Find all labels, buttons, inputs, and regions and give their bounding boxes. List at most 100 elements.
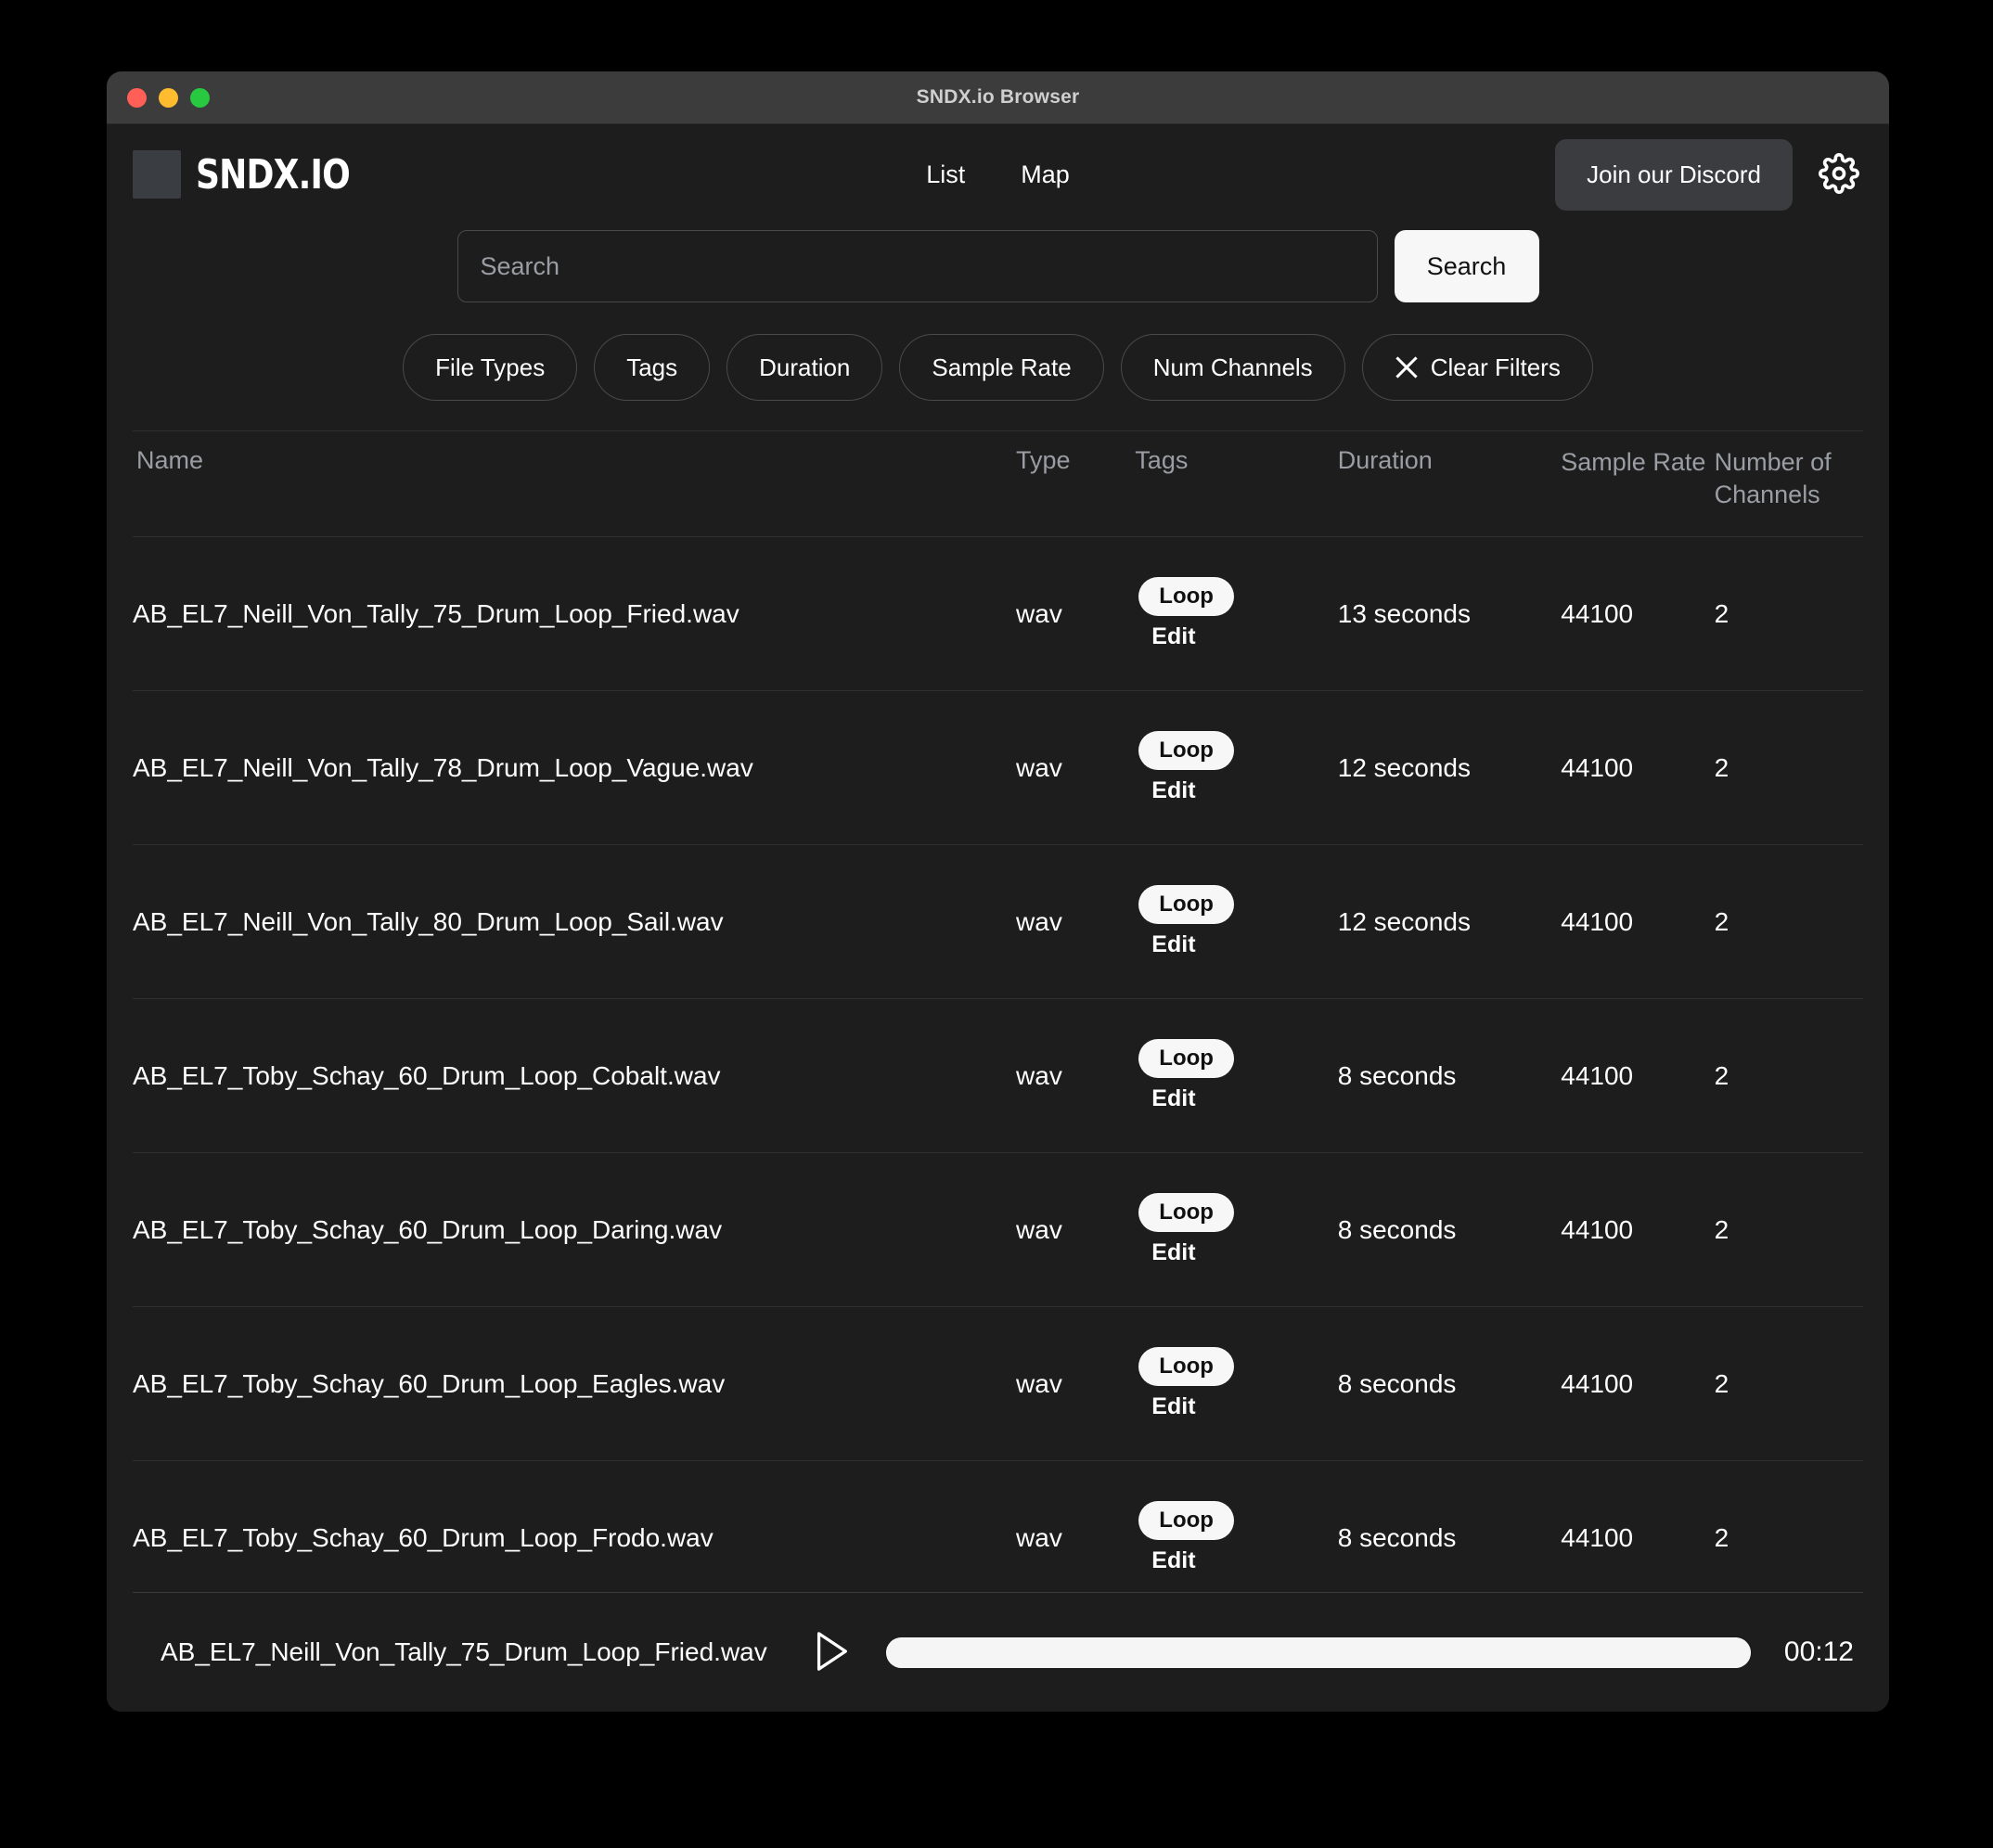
edit-tags-link[interactable]: Edit: [1151, 931, 1195, 958]
cell-tags: Loop Edit: [1135, 999, 1337, 1153]
cell-channels: 2: [1714, 752, 1729, 782]
cell-type: wav: [1016, 598, 1062, 628]
window-titlebar[interactable]: SNDX.io Browser: [107, 71, 1889, 124]
cell-channels: 2: [1714, 598, 1729, 628]
cell-type: wav: [1016, 1214, 1062, 1244]
tag-group: Loop Edit: [1135, 731, 1337, 804]
window-title: SNDX.io Browser: [916, 86, 1080, 108]
search-input[interactable]: [456, 230, 1378, 302]
edit-tags-link[interactable]: Edit: [1151, 1393, 1195, 1420]
edit-tags-link[interactable]: Edit: [1151, 1085, 1195, 1112]
cell-tags: Loop Edit: [1135, 691, 1337, 845]
cell-tags: Loop Edit: [1135, 537, 1337, 691]
join-discord-button[interactable]: Join our Discord: [1555, 138, 1793, 211]
cell-duration: 8 seconds: [1337, 1060, 1457, 1090]
cell-duration: 12 seconds: [1337, 906, 1471, 936]
cell-type: wav: [1016, 752, 1062, 782]
player-filename: AB_EL7_Neill_Von_Tally_75_Drum_Loop_Frie…: [161, 1637, 767, 1666]
cell-sample-rate: 44100: [1561, 1214, 1634, 1244]
desktop-backdrop: SNDX.io Browser SNDX.IO List Map Join ou…: [0, 0, 1993, 1848]
column-header-sample-rate[interactable]: Sample Rate: [1561, 431, 1715, 538]
tag-chip[interactable]: Loop: [1138, 577, 1234, 617]
column-header-name[interactable]: Name: [133, 431, 1017, 538]
table-row[interactable]: AB_EL7_Toby_Schay_60_Drum_Loop_Cobalt.wa…: [133, 999, 1863, 1153]
tag-chip[interactable]: Loop: [1138, 1501, 1234, 1541]
tag-group: Loop Edit: [1135, 1347, 1337, 1420]
edit-tags-link[interactable]: Edit: [1151, 1239, 1195, 1266]
cell-name[interactable]: AB_EL7_Toby_Schay_60_Drum_Loop_Frodo.wav: [133, 1461, 1016, 1592]
cell-type: wav: [1016, 1368, 1062, 1398]
filter-file-types[interactable]: File Types: [403, 334, 578, 401]
filter-file-types-label: File Types: [435, 353, 546, 381]
filter-sample-rate[interactable]: Sample Rate: [899, 334, 1104, 401]
cell-duration: 12 seconds: [1337, 752, 1471, 782]
filter-sample-rate-label: Sample Rate: [932, 353, 1072, 381]
edit-tags-link[interactable]: Edit: [1151, 623, 1195, 650]
table-row[interactable]: AB_EL7_Toby_Schay_60_Drum_Loop_Frodo.wav…: [133, 1461, 1863, 1592]
cell-sample-rate: 44100: [1561, 1522, 1634, 1552]
player-progress-fill: [885, 1636, 1751, 1668]
play-button[interactable]: [810, 1627, 853, 1678]
table-row[interactable]: AB_EL7_Toby_Schay_60_Drum_Loop_Daring.wa…: [133, 1153, 1863, 1307]
search-button[interactable]: Search: [1394, 230, 1539, 302]
cell-tags: Loop Edit: [1135, 845, 1337, 999]
nav-item-map[interactable]: Map: [1021, 160, 1070, 189]
file-table-container[interactable]: Name Type Tags Duration Sample Rate Numb…: [133, 430, 1863, 1593]
filter-duration[interactable]: Duration: [726, 334, 883, 401]
edit-tags-link[interactable]: Edit: [1151, 777, 1195, 804]
column-header-tags[interactable]: Tags: [1135, 431, 1338, 538]
column-header-number-of-channels[interactable]: Number of Channels: [1714, 431, 1863, 538]
tag-group: Loop Edit: [1135, 885, 1337, 958]
gear-icon: [1819, 152, 1859, 197]
player-time-label: 00:12: [1783, 1636, 1854, 1667]
tag-chip[interactable]: Loop: [1138, 1039, 1234, 1079]
table-header: Name Type Tags Duration Sample Rate Numb…: [133, 431, 1863, 538]
filter-tags[interactable]: Tags: [594, 334, 711, 401]
table-row[interactable]: AB_EL7_Toby_Schay_60_Drum_Loop_Eagles.wa…: [133, 1307, 1863, 1461]
close-button[interactable]: [127, 88, 147, 108]
cell-name[interactable]: AB_EL7_Neill_Von_Tally_78_Drum_Loop_Vagu…: [133, 691, 1016, 845]
minimize-button[interactable]: [159, 88, 178, 108]
cell-tags: Loop Edit: [1135, 1461, 1337, 1592]
cell-sample-rate: 44100: [1561, 906, 1634, 936]
cell-name[interactable]: AB_EL7_Neill_Von_Tally_80_Drum_Loop_Sail…: [133, 845, 1016, 999]
cell-type: wav: [1016, 1060, 1062, 1090]
header-actions: Join our Discord: [1555, 138, 1863, 211]
brand-logo[interactable]: SNDX.IO: [133, 150, 383, 199]
brand-wordmark: SNDX.IO: [196, 150, 351, 199]
logo-square-icon: [133, 150, 181, 199]
cell-duration: 13 seconds: [1337, 598, 1471, 628]
cell-name[interactable]: AB_EL7_Toby_Schay_60_Drum_Loop_Daring.wa…: [133, 1153, 1016, 1307]
tag-chip[interactable]: Loop: [1138, 1193, 1234, 1233]
table-row[interactable]: AB_EL7_Neill_Von_Tally_78_Drum_Loop_Vagu…: [133, 691, 1863, 845]
column-header-type[interactable]: Type: [1016, 431, 1136, 538]
cell-name[interactable]: AB_EL7_Toby_Schay_60_Drum_Loop_Eagles.wa…: [133, 1307, 1016, 1461]
table-header-row: Name Type Tags Duration Sample Rate Numb…: [133, 431, 1863, 538]
cell-name[interactable]: AB_EL7_Neill_Von_Tally_75_Drum_Loop_Frie…: [133, 537, 1016, 691]
close-x-icon: [1395, 355, 1419, 379]
clear-filters-button[interactable]: Clear Filters: [1361, 334, 1593, 401]
nav-item-list[interactable]: List: [926, 160, 965, 189]
player-progress-bar[interactable]: [885, 1636, 1751, 1668]
tag-chip[interactable]: Loop: [1138, 731, 1234, 771]
search-row: Search: [107, 225, 1889, 302]
cell-duration: 8 seconds: [1337, 1522, 1457, 1552]
filter-num-channels[interactable]: Num Channels: [1120, 334, 1345, 401]
cell-channels: 2: [1714, 906, 1729, 936]
filter-tags-label: Tags: [626, 353, 678, 381]
tag-group: Loop Edit: [1135, 577, 1337, 650]
tag-chip[interactable]: Loop: [1138, 1347, 1234, 1387]
table-row[interactable]: AB_EL7_Neill_Von_Tally_75_Drum_Loop_Frie…: [133, 537, 1863, 691]
tag-group: Loop Edit: [1135, 1193, 1337, 1266]
audio-player-bar: AB_EL7_Neill_Von_Tally_75_Drum_Loop_Frie…: [107, 1593, 1889, 1712]
tag-chip[interactable]: Loop: [1138, 885, 1234, 925]
cell-tags: Loop Edit: [1135, 1153, 1337, 1307]
maximize-button[interactable]: [190, 88, 210, 108]
column-header-duration[interactable]: Duration: [1337, 431, 1562, 538]
settings-button[interactable]: [1815, 149, 1863, 200]
table-row[interactable]: AB_EL7_Neill_Von_Tally_80_Drum_Loop_Sail…: [133, 845, 1863, 999]
cell-name[interactable]: AB_EL7_Toby_Schay_60_Drum_Loop_Cobalt.wa…: [133, 999, 1016, 1153]
edit-tags-link[interactable]: Edit: [1151, 1547, 1195, 1574]
cell-duration: 8 seconds: [1337, 1214, 1457, 1244]
cell-channels: 2: [1714, 1214, 1729, 1244]
